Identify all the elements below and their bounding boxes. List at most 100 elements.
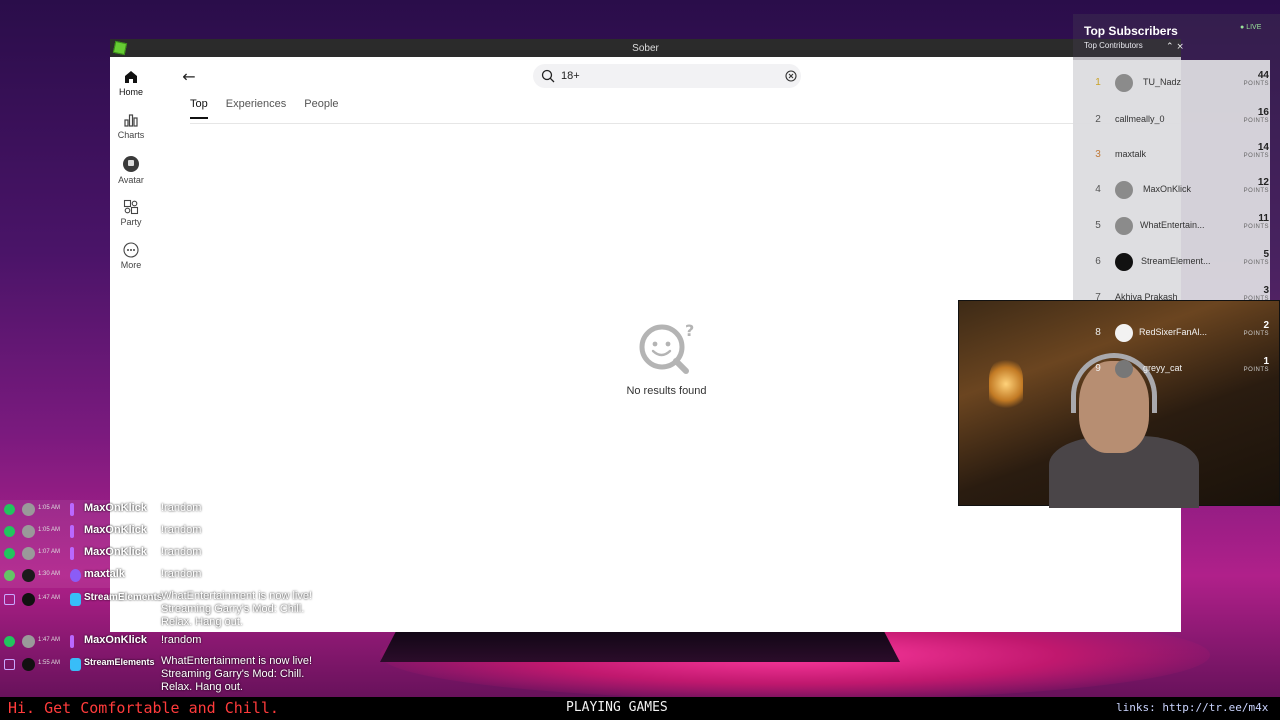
chat-text: !random xyxy=(161,634,202,646)
twitch-icon xyxy=(4,594,15,605)
sidebar-item-party[interactable]: Party xyxy=(110,199,152,227)
avatar-icon xyxy=(123,156,139,172)
chat-text: !random xyxy=(161,524,202,536)
no-results-text: No results found xyxy=(626,385,707,397)
chat-time: 1:05 AM xyxy=(38,527,61,533)
bot-badge-icon xyxy=(70,593,81,606)
avatar xyxy=(1115,74,1133,92)
leaderboard-row: 4 MaxOnKlick 12 POINTS xyxy=(1085,176,1269,206)
leaderboard-rank: 9 xyxy=(1095,363,1101,374)
chat-text: !random xyxy=(161,546,202,558)
more-icon xyxy=(123,242,139,258)
avatar xyxy=(1115,181,1133,199)
leaderboard-points: 11 POINTS xyxy=(1243,213,1269,230)
search-input[interactable] xyxy=(561,70,761,82)
tab-experiences[interactable]: Experiences xyxy=(226,98,287,119)
search-icon xyxy=(541,69,555,83)
leaderboard-row: 1 TU_Nadz 44 POINTS xyxy=(1085,69,1269,99)
chat-user: MaxOnKlick xyxy=(84,546,147,558)
bot-badge-icon xyxy=(70,658,81,671)
party-icon xyxy=(123,199,139,215)
avatar xyxy=(1115,217,1133,235)
search-bar[interactable] xyxy=(533,64,801,88)
charts-icon xyxy=(124,114,138,127)
arrow-left-icon: ← xyxy=(182,67,196,86)
leaderboard-rank: 3 xyxy=(1095,149,1101,160)
twitch-icon xyxy=(4,659,15,670)
sidebar-item-home[interactable]: Home xyxy=(110,69,152,97)
leaderboard-points: 5 POINTS xyxy=(1243,249,1269,266)
sidebar-item-label: Home xyxy=(118,87,143,97)
chat-message: 1:30 AM maxtalk !random xyxy=(0,566,335,588)
no-results-icon: ? xyxy=(639,321,694,374)
leaderboard-name: MaxOnKlick xyxy=(1143,184,1192,194)
chat-user: maxtalk xyxy=(84,568,125,580)
leaderboard-rank: 2 xyxy=(1095,114,1101,125)
leaderboard-points: 12 POINTS xyxy=(1243,177,1269,194)
user-color-pill xyxy=(70,525,74,538)
webcam-lamp xyxy=(989,359,1023,409)
chat-text: WhatEntertainment is now live! Streaming… xyxy=(161,590,313,628)
leaderboard-name: WhatEntertain... xyxy=(1140,220,1205,230)
leaderboard-row: 3 maxtalk 14 POINTS xyxy=(1085,141,1269,171)
leaderboard-rank: 6 xyxy=(1095,256,1101,267)
user-color-pill xyxy=(70,635,74,648)
tab-top[interactable]: Top xyxy=(190,98,208,119)
chat-text: !random xyxy=(161,568,202,580)
leaderboard-name: callmeally_0 xyxy=(1115,114,1165,124)
leaderboard-rank: 5 xyxy=(1095,220,1101,231)
sidebar-item-charts[interactable]: Charts xyxy=(110,112,152,140)
user-color-pill xyxy=(70,569,81,582)
avatar xyxy=(22,635,35,648)
ticker-links-text: links: http://tr.ee/m4x xyxy=(1116,701,1269,714)
avatar xyxy=(22,658,35,671)
chat-text: WhatEntertainment is now live! Streaming… xyxy=(161,655,313,693)
chat-message: 1:05 AM MaxOnKlick !random xyxy=(0,522,335,544)
chat-message: 1:47 AM StreamElements WhatEntertainment… xyxy=(0,590,335,630)
sidebar-item-label: Avatar xyxy=(118,175,144,185)
chat-time: 1:47 AM xyxy=(38,637,61,643)
chat-user: MaxOnKlick xyxy=(84,524,147,536)
empty-state: ? No results found xyxy=(610,319,723,397)
leaderboard-points: 16 POINTS xyxy=(1243,107,1269,124)
stream-ticker: Hi. Get Comfortable and Chill. PLAYING G… xyxy=(0,697,1280,720)
leaderboard-name: StreamElement... xyxy=(1141,256,1211,266)
sidebar-item-more[interactable]: More xyxy=(110,242,152,270)
user-color-pill xyxy=(70,547,74,560)
chat-message: 1:07 AM MaxOnKlick !random xyxy=(0,544,335,566)
green-badge-icon xyxy=(4,504,15,515)
leaderboard-row: 9 greyy_cat 1 POINTS xyxy=(1085,355,1269,385)
tab-people[interactable]: People xyxy=(304,98,338,119)
leaderboard-points: 14 POINTS xyxy=(1243,142,1269,159)
sidebar-item-avatar[interactable]: Avatar xyxy=(110,155,152,185)
leaderboard-title: Top Subscribers xyxy=(1084,24,1178,38)
avatar xyxy=(22,569,35,582)
chat-time: 1:07 AM xyxy=(38,549,61,555)
leaderboard-row: 5 WhatEntertain... 11 POINTS xyxy=(1085,212,1269,242)
window-title: Sober xyxy=(632,42,659,54)
avatar xyxy=(22,593,35,606)
svg-text:?: ? xyxy=(685,321,694,340)
user-color-pill xyxy=(70,503,74,516)
avatar xyxy=(22,525,35,538)
leaderboard-rank: 4 xyxy=(1095,184,1101,195)
tabs-divider xyxy=(190,123,1180,124)
clear-search-icon[interactable] xyxy=(784,69,798,83)
leaderboard-name: maxtalk xyxy=(1115,149,1147,159)
chat-time: 1:47 AM xyxy=(38,595,61,601)
window-titlebar[interactable]: Sober xyxy=(110,39,1181,57)
sidebar-item-label: Party xyxy=(120,217,142,227)
chat-user: StreamElements xyxy=(84,592,163,603)
chat-text: !random xyxy=(161,502,202,514)
green-badge-icon xyxy=(4,548,15,559)
leaderboard-name: greyy_cat xyxy=(1143,363,1183,373)
search-tabs: Top Experiences People xyxy=(190,98,357,119)
live-badge: ● LIVE xyxy=(1240,24,1262,31)
avatar xyxy=(1115,360,1133,378)
back-button[interactable]: ← xyxy=(178,67,200,87)
close-icon[interactable]: ⌃ × xyxy=(1166,42,1184,52)
chat-message: 1:47 AM MaxOnKlick !random xyxy=(0,632,335,654)
avatar xyxy=(1115,253,1133,271)
play-badge-icon xyxy=(4,570,15,581)
leaderboard-row: 8 RedSixerFanAl... 2 POINTS xyxy=(1085,319,1269,349)
